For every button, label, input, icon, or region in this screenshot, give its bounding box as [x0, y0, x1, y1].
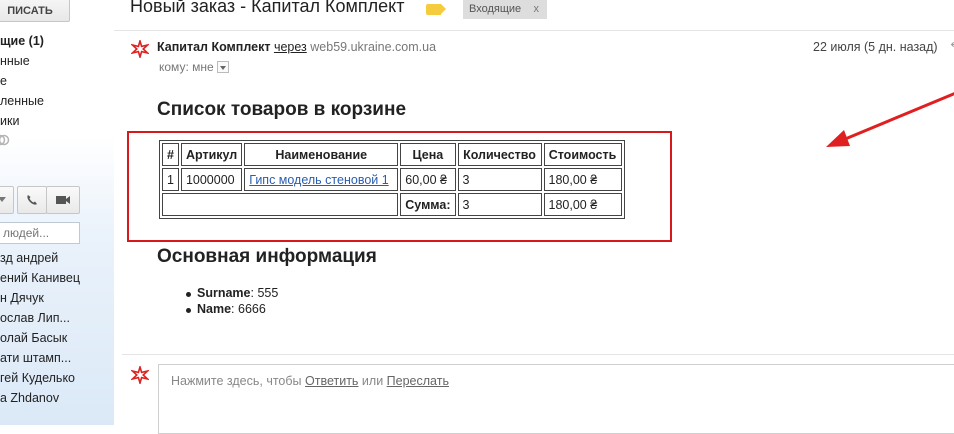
via-domain: web59.ukraine.com.ua — [310, 40, 437, 54]
important-label-icon[interactable] — [426, 4, 446, 15]
info-value: : 6666 — [231, 302, 266, 316]
chat-video-button[interactable] — [46, 186, 80, 214]
cell-sku: 1000000 — [180, 168, 243, 191]
chat-contact[interactable]: олай Басык — [0, 331, 67, 345]
list-item: Name: 6666 — [185, 302, 278, 318]
reply-divider — [122, 354, 954, 355]
column-header: # — [162, 143, 179, 166]
sidebar-item-sent[interactable]: ленные — [0, 94, 44, 108]
chevron-down-icon — [0, 197, 6, 202]
info-key: Name — [197, 302, 232, 316]
compose-button[interactable]: ПИСАТЬ — [0, 0, 70, 22]
info-heading: Основная информация — [157, 246, 377, 267]
sender-line: Капитал Комплект через web59.ukraine.com… — [157, 40, 436, 54]
phone-icon — [27, 195, 37, 205]
recipient-text: кому: мне — [159, 60, 214, 74]
chat-contact[interactable]: ослав Лип... — [0, 311, 70, 325]
video-camera-icon — [56, 196, 70, 204]
column-header: Количество — [457, 143, 542, 166]
reply-prompt: Нажмите здесь, чтобы — [171, 374, 306, 388]
cell-qty: 3 — [457, 168, 542, 191]
message-subject: Новый заказ - Капитал Комплект — [130, 0, 405, 16]
product-link[interactable]: Гипс модель стеновой 1 — [249, 173, 388, 187]
total-cost: 180,00 ₴ — [543, 193, 622, 216]
chat-contact[interactable]: н Дячук — [0, 291, 44, 305]
column-header: Цена — [400, 143, 456, 166]
left-sidebar: ПИСАТЬ щие (1) нные е ленные ики зд андр… — [0, 0, 114, 425]
via-link[interactable]: через — [274, 40, 307, 54]
chat-search-input[interactable] — [0, 222, 80, 244]
total-qty: 3 — [457, 193, 542, 216]
cart-heading: Список товаров в корзине — [157, 99, 407, 120]
chat-contact[interactable]: зд андрей — [0, 251, 58, 265]
reply-link[interactable]: Ответить — [305, 374, 358, 388]
chat-bubble-icon[interactable] — [0, 133, 10, 147]
cell-price: 60,00 ₴ — [400, 168, 456, 191]
total-label: Сумма: — [400, 193, 456, 216]
column-header: Стоимость — [543, 143, 622, 166]
user-avatar-icon — [131, 366, 149, 384]
message-date: 22 июля (5 дн. назад) — [813, 40, 938, 54]
chat-toolbar — [0, 186, 112, 216]
reply-box[interactable]: Нажмите здесь, чтобы Ответить или Пересл… — [158, 364, 954, 434]
cell-name: Гипс модель стеновой 1 — [244, 168, 399, 191]
header-divider — [114, 30, 954, 31]
forward-link[interactable]: Переслать — [387, 374, 449, 388]
chat-phone-button[interactable] — [17, 186, 47, 214]
chat-contact[interactable]: гей Куделько — [0, 371, 75, 385]
chat-contact[interactable]: a Zhdanov — [0, 391, 59, 405]
list-item: Surname: 555 — [185, 286, 279, 302]
info-key: Surname — [197, 286, 251, 300]
remove-label-button[interactable]: x — [532, 3, 542, 15]
message-view: Новый заказ - Капитал Комплект Входящие … — [114, 0, 954, 434]
chat-contact[interactable]: ати штамп... — [0, 351, 71, 365]
table-row: 1 1000000 Гипс модель стеновой 1 60,00 ₴… — [162, 168, 622, 191]
show-details-toggle[interactable] — [216, 60, 229, 73]
cell-empty — [162, 193, 399, 216]
info-value: : 555 — [250, 286, 279, 300]
annotation-arrow-icon — [826, 92, 954, 147]
cell-cost: 180,00 ₴ — [543, 168, 622, 191]
info-list: Surname: 555 Name: 6666 — [185, 286, 279, 318]
inbox-label-chip[interactable]: Входящие x — [463, 0, 547, 19]
chat-contact[interactable]: ений Канивец — [0, 271, 80, 285]
sidebar-item-important[interactable]: е — [0, 74, 7, 88]
table-header-row: # Артикул Наименование Цена Количество С… — [162, 143, 622, 166]
reply-arrow-icon[interactable]: ↰ — [949, 40, 954, 54]
sidebar-item-starred[interactable]: нные — [0, 54, 30, 68]
cell-index: 1 — [162, 168, 179, 191]
sidebar-item-inbox[interactable]: щие (1) — [0, 34, 44, 48]
table-total-row: Сумма: 3 180,00 ₴ — [162, 193, 622, 216]
column-header: Наименование — [244, 143, 399, 166]
sender-avatar-icon — [131, 40, 149, 58]
sender-name[interactable]: Капитал Комплект — [157, 40, 270, 54]
inbox-label-text: Входящие — [469, 3, 522, 15]
column-header: Артикул — [180, 143, 243, 166]
chat-status-dropdown[interactable] — [0, 186, 14, 214]
sidebar-item-drafts[interactable]: ики — [0, 114, 19, 128]
recipient-line: кому: мне — [159, 60, 229, 74]
cart-table: # Артикул Наименование Цена Количество С… — [159, 140, 625, 219]
reply-or: или — [358, 374, 387, 388]
